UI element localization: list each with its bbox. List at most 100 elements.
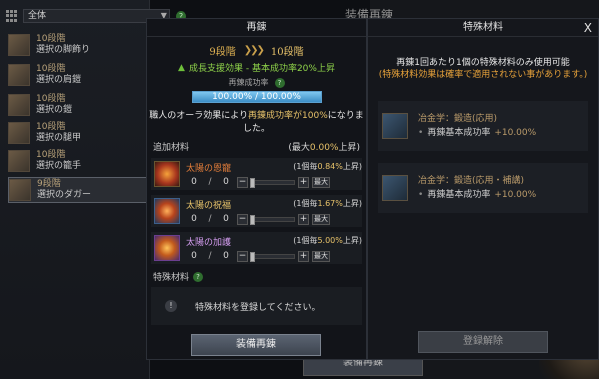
item-thumbnail bbox=[8, 150, 30, 172]
quantity-slider[interactable] bbox=[250, 251, 295, 262]
note-warning: (特殊材料効果は確率で適用されない事があります。) bbox=[378, 70, 588, 80]
success-rate-value: 100.00% / 100.00% bbox=[212, 92, 301, 102]
slider-knob[interactable] bbox=[250, 214, 255, 225]
max-suffix: 上昇) bbox=[338, 143, 360, 153]
list-item-selected[interactable]: 9段階 選択のダガー bbox=[8, 177, 148, 203]
per-value: 1.67% bbox=[317, 198, 343, 208]
special-note: 再錬1回あたり1個の特殊材料のみ使用可能 (特殊材料効果は確率で適用されない事が… bbox=[368, 57, 598, 81]
item-name: 選択の肩鎧 bbox=[36, 75, 82, 85]
separator: / bbox=[208, 214, 212, 224]
special-item-effect: 再錬基本成功率 bbox=[427, 190, 491, 200]
special-item[interactable]: 冶金学：鍛造(応用・補講) • 再錬基本成功率 +10.00% bbox=[378, 163, 588, 213]
panel-title: 再錬 bbox=[147, 19, 366, 37]
minus-button[interactable]: − bbox=[237, 176, 248, 188]
special-item[interactable]: 冶金学：鍛造(応用) • 再錬基本成功率 +10.00% bbox=[378, 101, 588, 151]
per-prefix: (1個毎 bbox=[293, 198, 318, 208]
material-per-unit: (1個毎1.67%上昇) bbox=[293, 198, 362, 211]
list-item[interactable]: 10段階 選択の籠手 bbox=[8, 148, 148, 174]
item-stage: 10段階 bbox=[36, 94, 66, 104]
rate-label-row: 再錬成功率 ? bbox=[147, 77, 366, 88]
item-stage: 10段階 bbox=[36, 150, 66, 160]
separator: / bbox=[208, 177, 212, 187]
support-text: 成長支援効果 - 基本成功率20%上昇 bbox=[188, 64, 335, 74]
sun-grace-icon bbox=[154, 161, 180, 187]
minus-button[interactable]: − bbox=[237, 250, 248, 262]
list-item[interactable]: 10段階 選択の腿甲 bbox=[8, 120, 148, 146]
separator: / bbox=[208, 251, 212, 261]
support-effect: ▲ 成長支援効果 - 基本成功率20%上昇 bbox=[147, 61, 366, 75]
book-icon bbox=[382, 175, 408, 201]
material-name: 太陽の加護 bbox=[186, 237, 232, 248]
item-stage: 9段階 bbox=[37, 179, 61, 189]
to-stage: 10段階 bbox=[270, 47, 304, 58]
special-materials-label: 特殊材料 bbox=[153, 273, 190, 283]
sun-blessing-icon bbox=[154, 198, 180, 224]
special-item-effect: 再錬基本成功率 bbox=[427, 128, 491, 138]
list-item[interactable]: 10段階 選択の脚飾り bbox=[8, 32, 148, 58]
plus-button[interactable]: + bbox=[298, 176, 309, 188]
note-prefix: 職人のオーラ効果により bbox=[149, 111, 249, 121]
material-row: 太陽の加護 (1個毎5.00%上昇) 0 / 0 − + 最大 bbox=[151, 232, 362, 264]
item-thumbnail bbox=[9, 179, 31, 201]
per-suffix: 上昇) bbox=[342, 235, 362, 245]
max-button[interactable]: 最大 bbox=[312, 176, 330, 188]
item-thumbnail bbox=[8, 94, 30, 116]
material-name: 太陽の祝福 bbox=[186, 200, 232, 211]
stage-row: 9段階 ❯❯❯ 10段階 bbox=[147, 43, 366, 58]
close-icon[interactable]: X bbox=[584, 21, 592, 35]
max-button[interactable]: 最大 bbox=[312, 250, 330, 262]
success-rate-bar: 100.00% / 100.00% bbox=[191, 91, 322, 103]
per-value: 0.84% bbox=[317, 161, 343, 171]
arrow-right-icon: ❯❯❯ bbox=[243, 45, 265, 56]
bullet-icon: • bbox=[418, 190, 424, 200]
plus-button[interactable]: + bbox=[298, 213, 309, 225]
list-item[interactable]: 10段階 選択の鎧 bbox=[8, 92, 148, 118]
material-owned: 0 bbox=[223, 214, 229, 224]
quantity-slider[interactable] bbox=[250, 177, 295, 188]
list-item[interactable]: 10段階 選択の肩鎧 bbox=[8, 62, 148, 88]
material-owned: 0 bbox=[223, 251, 229, 261]
per-prefix: (1個毎 bbox=[293, 161, 318, 171]
material-per-unit: (1個毎0.84%上昇) bbox=[293, 161, 362, 174]
max-button[interactable]: 最大 bbox=[312, 213, 330, 225]
book-icon bbox=[382, 113, 408, 139]
material-row: 太陽の恩寵 (1個毎0.84%上昇) 0 / 0 − + 最大 bbox=[151, 158, 362, 190]
item-name: 選択の籠手 bbox=[36, 161, 82, 171]
item-name: 選択の腿甲 bbox=[36, 133, 82, 143]
item-name: 選択の鎧 bbox=[36, 105, 73, 115]
refine-panel: 再錬 9段階 ❯❯❯ 10段階 ▲ 成長支援効果 - 基本成功率20%上昇 再錬… bbox=[146, 18, 367, 360]
filter-value: 全体 bbox=[28, 11, 47, 21]
item-name: 選択の脚飾り bbox=[36, 45, 91, 55]
special-item-pct: +10.00% bbox=[494, 190, 537, 200]
material-qty: 0 bbox=[191, 177, 197, 187]
grid-icon[interactable] bbox=[6, 10, 17, 22]
note-highlight: 再錬成功率が100% bbox=[248, 111, 328, 121]
slider-knob[interactable] bbox=[250, 251, 255, 262]
help-icon[interactable]: ? bbox=[274, 77, 285, 88]
per-suffix: 上昇) bbox=[342, 198, 362, 208]
item-stage: 10段階 bbox=[36, 64, 66, 74]
unregister-button[interactable]: 登録解除 bbox=[418, 331, 548, 353]
slider-knob[interactable] bbox=[250, 177, 255, 188]
max-value: 0.00% bbox=[309, 143, 339, 153]
special-item-name: 冶金学：鍛造(応用) bbox=[418, 114, 498, 124]
item-name: 選択のダガー bbox=[37, 190, 92, 200]
refine-button[interactable]: 装備再錬 bbox=[191, 334, 321, 356]
help-icon[interactable]: ? bbox=[193, 271, 204, 282]
material-name: 太陽の恩寵 bbox=[186, 163, 232, 174]
additional-materials-header: 追加材料 (最大0.00%上昇) bbox=[153, 140, 360, 153]
minus-button[interactable]: − bbox=[237, 213, 248, 225]
item-stage: 10段階 bbox=[36, 34, 66, 44]
bullet-icon: • bbox=[418, 128, 424, 138]
special-material-slot[interactable]: ! 特殊材料を登録してください。 bbox=[151, 287, 362, 325]
item-thumbnail bbox=[8, 64, 30, 86]
additional-materials-label: 追加材料 bbox=[153, 143, 190, 153]
special-placeholder: 特殊材料を登録してください。 bbox=[195, 302, 321, 313]
quantity-slider[interactable] bbox=[250, 214, 295, 225]
plus-button[interactable]: + bbox=[298, 250, 309, 262]
special-item-name: 冶金学：鍛造(応用・補講) bbox=[418, 176, 525, 186]
note-line: 再錬1回あたり1個の特殊材料のみ使用可能 bbox=[396, 58, 570, 68]
special-materials-panel: 特殊材料 X 再錬1回あたり1個の特殊材料のみ使用可能 (特殊材料効果は確率で適… bbox=[367, 18, 599, 360]
material-row: 太陽の祝福 (1個毎1.67%上昇) 0 / 0 − + 最大 bbox=[151, 195, 362, 227]
per-suffix: 上昇) bbox=[342, 161, 362, 171]
